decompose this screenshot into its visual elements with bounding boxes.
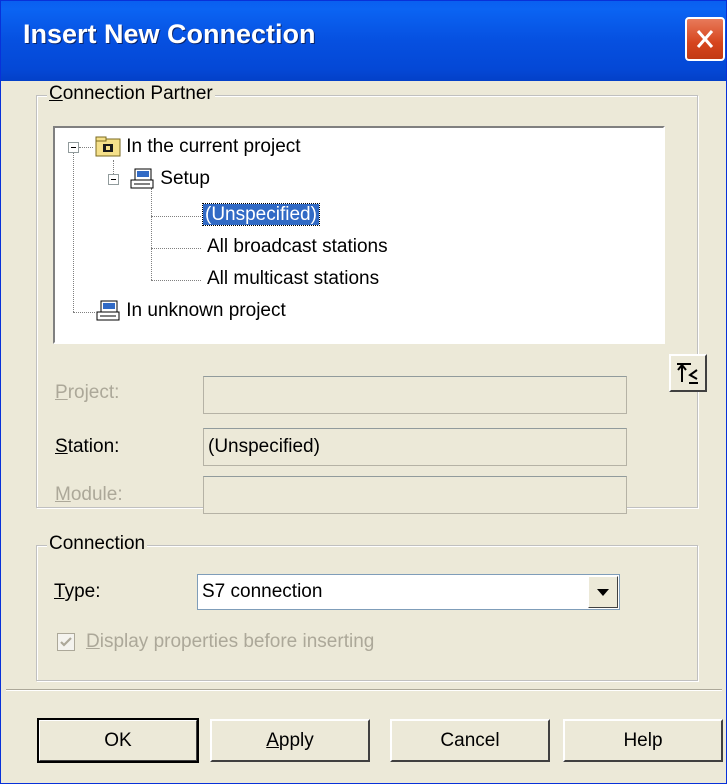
button-divider — [6, 689, 722, 691]
station-label: Station: — [55, 436, 120, 457]
collapse-current-project-toggle[interactable] — [68, 142, 79, 153]
tree-item-setup[interactable]: Setup — [129, 166, 210, 192]
module-field — [203, 476, 627, 514]
dialog-client: Connection Partner In the current projec… — [6, 81, 723, 781]
connection-partner-title: Connection Partner — [47, 83, 215, 105]
connection-partner-group: Connection Partner In the current projec… — [36, 83, 707, 514]
connection-group-title: Connection — [47, 533, 148, 555]
tree-item-unspecified[interactable]: (Unspecified) — [202, 202, 320, 228]
station-icon — [130, 168, 154, 189]
close-icon — [696, 30, 714, 48]
module-label: Module: — [55, 484, 123, 505]
project-field — [203, 376, 627, 414]
apply-button[interactable]: Apply — [210, 719, 370, 762]
dialog-window: Insert New Connection Connection Partner — [0, 0, 727, 784]
close-button[interactable] — [685, 17, 725, 61]
up-level-button[interactable] — [669, 354, 707, 392]
station-field: (Unspecified) — [203, 428, 627, 466]
display-properties-label: Display properties before inserting — [86, 631, 375, 652]
connection-type-value: S7 connection — [202, 581, 323, 602]
current-project-label: In the current project — [126, 136, 301, 157]
unknown-project-label: In unknown project — [126, 300, 286, 321]
setup-label: Setup — [160, 168, 210, 189]
type-label: Type: — [54, 581, 101, 602]
dropdown-arrow-icon[interactable] — [588, 576, 618, 608]
connection-type-select[interactable]: S7 connection — [197, 574, 620, 610]
ok-button[interactable]: OK — [37, 718, 199, 763]
up-level-icon — [677, 363, 698, 384]
window-title: Insert New Connection — [23, 19, 316, 49]
cancel-button[interactable]: Cancel — [390, 719, 550, 762]
project-folder-icon — [95, 136, 121, 157]
collapse-setup-toggle[interactable] — [108, 174, 119, 185]
tree-item-current-project[interactable]: In the current project — [95, 134, 301, 160]
tree-item-unknown-project[interactable]: In unknown project — [95, 298, 286, 324]
tree-item-multicast[interactable]: All multicast stations — [207, 266, 379, 292]
multicast-label: All multicast stations — [207, 268, 380, 289]
tree-item-broadcast[interactable]: All broadcast stations — [207, 234, 388, 260]
station-icon — [96, 300, 120, 321]
title-bar[interactable]: Insert New Connection — [1, 1, 726, 81]
checkmark-icon — [60, 637, 72, 647]
project-label: Project: — [55, 382, 120, 403]
partner-tree[interactable]: In the current project Setup (Unspecifie… — [53, 126, 665, 344]
broadcast-label: All broadcast stations — [207, 236, 388, 257]
display-properties-checkbox[interactable] — [57, 633, 75, 651]
connection-group: Connection — [36, 533, 698, 681]
unspecified-label: (Unspecified) — [202, 203, 320, 226]
help-button[interactable]: Help — [563, 719, 723, 762]
